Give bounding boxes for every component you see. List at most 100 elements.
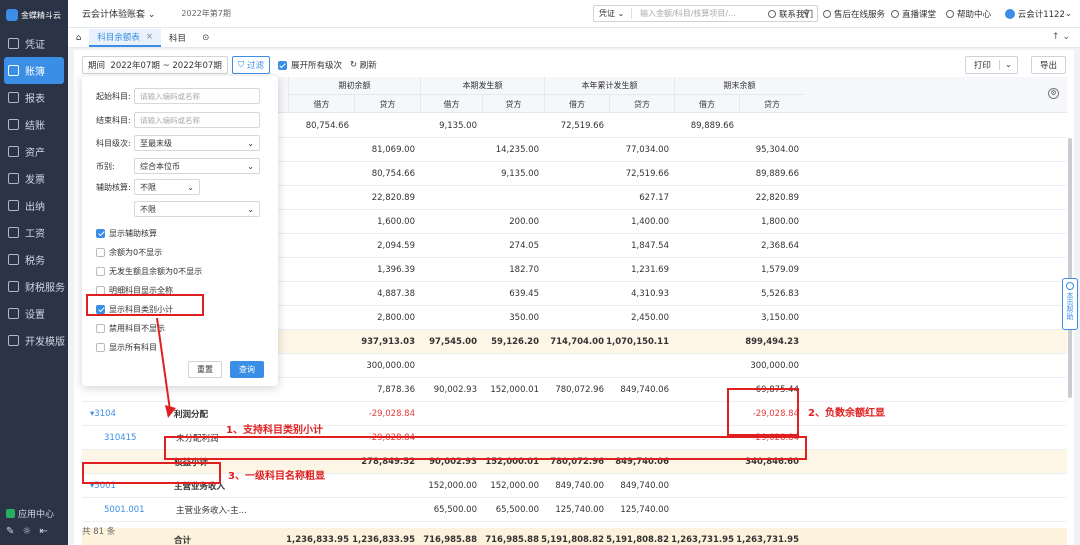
aux-value-select[interactable]: 不限 ⌄	[134, 201, 260, 217]
tab-bar: ⌂ 科目余额表 × 科目 ⊙ ↑ ⌄	[68, 28, 1080, 48]
amount-cell: 125,740.00	[620, 505, 669, 515]
refresh-button[interactable]: ↻ 刷新	[350, 59, 377, 71]
amount-cell: 200.00	[509, 217, 539, 227]
nav-icon	[8, 227, 19, 238]
more-tabs-icon[interactable]: ⊙	[194, 29, 217, 47]
help-center-link[interactable]: 帮助中心	[946, 8, 991, 20]
toolbar: 期间 2022年07期 ~ 2022年07期 ⛉ 过滤 展开所有级次 ↻ 刷新 …	[82, 56, 1066, 74]
col-credit: 贷方	[354, 95, 420, 113]
sidebar-item-5[interactable]: 发票	[0, 165, 68, 192]
nav-icon	[8, 173, 19, 184]
col-group-opening: 期初余额	[288, 77, 420, 95]
amount-cell	[288, 258, 354, 282]
sidebar-item-9[interactable]: 财税服务	[0, 273, 68, 300]
print-button[interactable]: 打印 ⌄	[964, 56, 1018, 74]
total-row[interactable]: 合计 1,236,833.95 1,236,833.95 716,985.88 716,…	[82, 528, 1067, 545]
table-row[interactable]: 5001.001 主营业务收入-主... 65,500.00 65,500.00 125…	[82, 498, 1067, 522]
level-select[interactable]: 至最末级 ⌄	[134, 135, 260, 151]
sidebar-item-6[interactable]: 出纳	[0, 192, 68, 219]
filter-button[interactable]: ⛉ 过滤	[231, 56, 270, 74]
video-icon	[891, 10, 899, 18]
amount-cell	[739, 498, 804, 522]
logo-icon	[6, 9, 18, 21]
home-tab[interactable]: ⌂	[68, 29, 89, 47]
filter-option-label: 无发生额且余额为0不显示	[109, 266, 203, 276]
account-code[interactable]: 5001.001	[104, 498, 145, 522]
amount-cell: 4,310.93	[631, 289, 669, 299]
sidebar-item-4[interactable]: 资产	[0, 138, 68, 165]
collapse-icon[interactable]: ⇤	[39, 526, 47, 537]
sidebar-item-1[interactable]: 账簿	[4, 57, 64, 84]
chevron-down-icon[interactable]: ⌄	[998, 60, 1017, 70]
contact-us-link[interactable]: 联系我们	[768, 8, 813, 20]
query-button[interactable]: 查询	[230, 361, 264, 378]
current-period: 2022年第7期	[181, 9, 231, 18]
filter-option-1[interactable]: 余额为0不显示	[96, 245, 162, 259]
filter-option-2[interactable]: 无发生额且余额为0不显示	[96, 264, 202, 278]
tab-accounts[interactable]: 科目	[161, 29, 194, 47]
amount-cell: 849,740.00	[620, 481, 669, 491]
period-selector[interactable]: 期间 2022年07期 ~ 2022年07期	[82, 56, 228, 74]
page-help-button[interactable]: 本页帮助	[1062, 278, 1078, 330]
account-code[interactable]: 310415	[104, 426, 136, 450]
sidebar-item-label: 财税服务	[25, 283, 65, 294]
sidebar-item-2[interactable]: 报表	[0, 84, 68, 111]
live-class-link[interactable]: 直播课堂	[891, 8, 936, 20]
amount-cell	[288, 234, 354, 258]
vertical-scrollbar[interactable]	[1068, 138, 1072, 398]
expand-all-checkbox[interactable]: 展开所有级次	[277, 59, 342, 71]
edit-icon[interactable]: ✎	[6, 526, 14, 537]
sidebar-item-label: 结账	[25, 121, 45, 132]
amount-cell	[544, 282, 609, 306]
amount-cell: 1,396.39	[377, 265, 415, 275]
user-menu[interactable]: 云会计1122 ⌄	[1004, 8, 1072, 20]
amount-cell	[544, 186, 609, 210]
amount-cell: 152,000.00	[490, 481, 539, 491]
end-account-input[interactable]: 请输入编码或名称	[134, 112, 260, 128]
sidebar-item-0[interactable]: 凭证	[0, 30, 68, 57]
amount-cell	[354, 114, 420, 138]
sidebar-item-8[interactable]: 税务	[0, 246, 68, 273]
amount-cell	[420, 138, 482, 162]
settings-icon[interactable]: ⚙	[1048, 88, 1059, 99]
sidebar-item-10[interactable]: 设置	[0, 300, 68, 327]
amount-cell	[482, 186, 544, 210]
col-credit: 贷方	[739, 95, 804, 113]
sidebar-item-label: 资产	[25, 148, 45, 159]
nav-icon	[8, 308, 19, 319]
start-account-input[interactable]: 请输入编码或名称	[134, 88, 260, 104]
sidebar-item-7[interactable]: 工资	[0, 219, 68, 246]
amount-cell: 5,191,808.82	[541, 535, 604, 545]
amount-cell	[288, 306, 354, 330]
search-type-select[interactable]: 凭证 ⌄	[594, 8, 632, 19]
close-icon[interactable]: ×	[146, 32, 153, 42]
level-label: 科目级次:	[96, 138, 131, 148]
tab-nav-icons[interactable]: ↑ ⌄	[1052, 32, 1070, 42]
app-center-link[interactable]: 应用中心	[18, 507, 54, 520]
nav-icon	[8, 254, 19, 265]
aux-type-select[interactable]: 不限 ⌄	[134, 179, 200, 195]
amount-cell: 182.70	[509, 265, 539, 275]
account-code[interactable]: ▾ 3104	[90, 402, 116, 426]
amount-cell	[544, 234, 609, 258]
sidebar-item-3[interactable]: 结账	[0, 111, 68, 138]
tab-balance-sheet[interactable]: 科目余额表 ×	[89, 29, 162, 47]
theme-icon[interactable]: ☼	[22, 526, 31, 537]
filter-option-5[interactable]: 禁用科目不显示	[96, 321, 165, 335]
amount-cell: 9,135.00	[501, 169, 539, 179]
currency-select[interactable]: 综合本位币 ⌄	[134, 158, 260, 174]
filter-option-0[interactable]: 显示辅助核算	[96, 226, 157, 240]
amount-cell: 97,545.00	[429, 337, 477, 347]
amount-cell	[674, 186, 739, 210]
sidebar-item-11[interactable]: 开发模版	[0, 327, 68, 354]
online-service-link[interactable]: 售后在线服务	[823, 8, 885, 20]
checkbox-icon	[96, 323, 105, 333]
export-button[interactable]: 导出	[1030, 56, 1066, 74]
account-selector[interactable]: 云会计体验账套 ⌄	[82, 7, 155, 20]
filter-option-6[interactable]: 显示所有科目	[96, 340, 157, 354]
amount-cell	[674, 210, 739, 234]
reset-button[interactable]: 重置	[188, 361, 222, 378]
sidebar-item-label: 出纳	[25, 202, 45, 213]
amount-cell	[288, 378, 354, 402]
row-count: 共 81 条	[82, 527, 116, 537]
